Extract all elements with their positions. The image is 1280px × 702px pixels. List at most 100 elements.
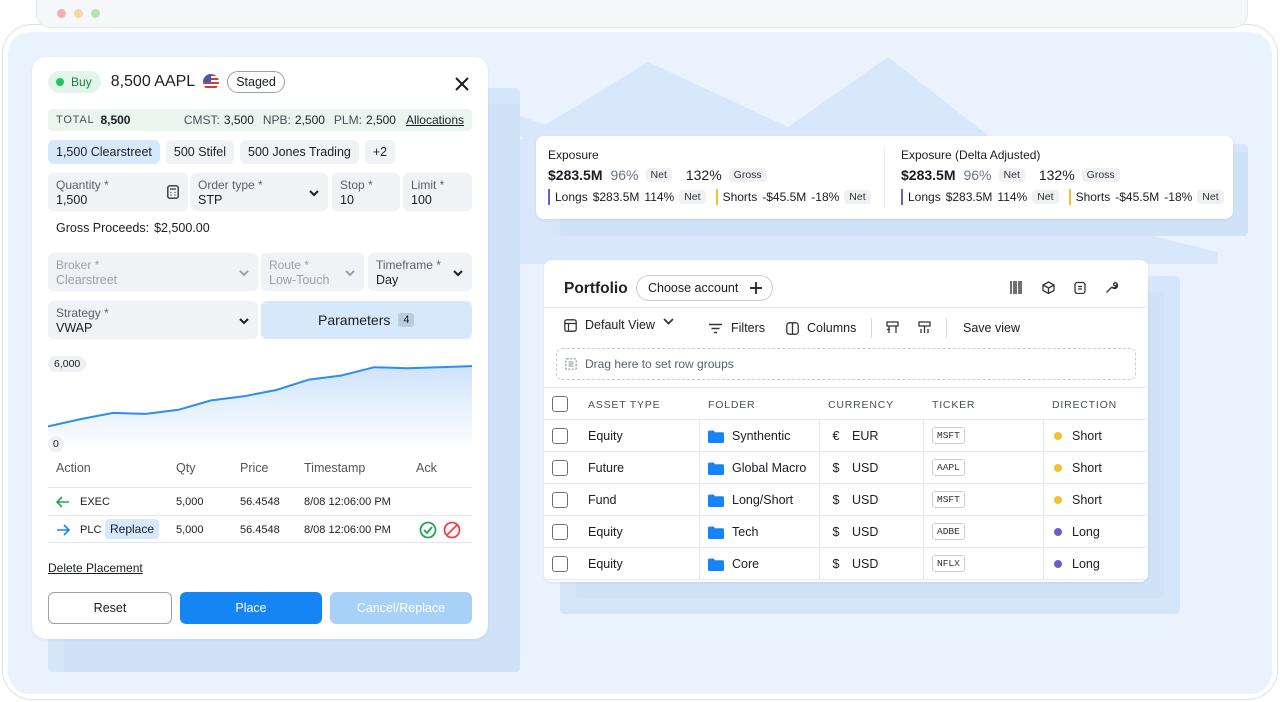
ticker-badge: MSFT (932, 491, 965, 508)
table-row[interactable]: Equity Tech $ USD ADBE Long (544, 516, 1148, 548)
select-all-checkbox[interactable] (552, 396, 568, 412)
chevron-down-icon (239, 270, 249, 277)
portfolio-panel: Portfolio Choose account Default View Fi… (544, 260, 1148, 582)
table-row[interactable]: Equity Synthentic € EUR MSFT Short (544, 420, 1148, 452)
pivot-icon[interactable] (886, 321, 899, 334)
chevron-down-icon (239, 318, 249, 325)
browser-bar (36, 0, 1248, 28)
y-axis-min-label: 0 (48, 436, 64, 452)
side-badge: Buy (48, 71, 101, 93)
chevron-down-icon (453, 270, 463, 277)
folder-icon (708, 430, 724, 443)
stop-field[interactable]: Stop * 10 (332, 173, 400, 211)
maximize-window-dot[interactable] (91, 9, 100, 18)
allocation-bar: TOTAL 8,500 CMST: 3,500 NPB: 2,500 PLM: 2,5… (48, 109, 472, 131)
row-group-drop-zone[interactable]: Drag here to set row groups (556, 348, 1136, 380)
more-brokers-chip[interactable]: +2 (364, 140, 396, 164)
minimize-window-dot[interactable] (74, 9, 83, 18)
cell-divider (1043, 516, 1044, 548)
asset-type-cell: Equity (588, 429, 623, 443)
currency-symbol-icon: $ (832, 461, 840, 475)
calculator-icon[interactable] (167, 185, 179, 199)
barcode-icon[interactable] (1010, 281, 1022, 294)
direction-cell: Long (1072, 557, 1100, 571)
save-view-button[interactable]: Save view (963, 321, 1020, 335)
folder-icon (708, 462, 724, 475)
strategy-select[interactable]: Strategy * VWAP (48, 301, 258, 339)
order-type-select[interactable]: Order type * STP (190, 173, 328, 211)
default-view-dropdown[interactable]: Default View (564, 318, 674, 332)
columns-button[interactable]: Columns (786, 321, 856, 335)
table-row[interactable]: Future Global Macro $ USD AAPL Short (544, 452, 1148, 484)
clipboard-icon[interactable] (1074, 281, 1086, 294)
broker-select[interactable]: Broker * Clearstreet (48, 253, 258, 291)
chevron-down-icon (663, 318, 674, 325)
replace-tag: Replace (105, 519, 160, 539)
direction-cell: Short (1072, 429, 1102, 443)
delete-placement-link[interactable]: Delete Placement (48, 561, 143, 575)
chevron-down-icon (345, 270, 355, 277)
folder-cell: Long/Short (732, 493, 794, 507)
table-row[interactable]: PLC Replace 5,000 56.4548 8/08 12:06:00 … (48, 515, 472, 543)
exposure-section: Exposure $283.5M 96% Net 132% Gross Long… (548, 148, 878, 205)
ticker-badge: AAPL (932, 459, 965, 476)
table-row[interactable]: Equity Core $ USD NFLX Long (544, 548, 1148, 580)
place-button[interactable]: Place (180, 592, 322, 624)
cell-divider (819, 548, 820, 580)
row-checkbox[interactable] (552, 460, 568, 476)
folder-icon (708, 526, 724, 539)
wrench-icon[interactable] (1105, 281, 1118, 294)
folder-icon (708, 494, 724, 507)
fill-progress-chart (48, 365, 472, 451)
cell-divider (923, 452, 924, 484)
choose-account-button[interactable]: Choose account (636, 275, 774, 301)
row-checkbox[interactable] (552, 492, 568, 508)
row-checkbox[interactable] (552, 428, 568, 444)
route-select[interactable]: Route * Low-Touch (261, 253, 364, 291)
folder-cell: Tech (732, 525, 759, 539)
approve-icon[interactable] (419, 521, 437, 539)
filters-button[interactable]: Filters (709, 321, 765, 335)
shorts-marker (1068, 189, 1071, 205)
broker-chip[interactable]: 1,500 Clearstreet (48, 140, 160, 164)
plus-icon (750, 282, 763, 294)
cell-divider (819, 484, 820, 516)
cell-divider (699, 516, 700, 548)
direction-dot-icon (1054, 464, 1062, 472)
cell-divider (1043, 484, 1044, 516)
table-row[interactable]: Fund Long/Short $ USD MSFT Short (544, 484, 1148, 516)
cell-divider (923, 516, 924, 548)
divider (884, 148, 885, 208)
table-row[interactable]: EXEC 5,000 56.4548 8/08 12:06:00 PM (48, 487, 472, 515)
cell-divider (819, 420, 820, 452)
pivot-alt-icon[interactable] (918, 321, 931, 334)
close-window-dot[interactable] (57, 9, 66, 18)
broker-chip[interactable]: 500 Jones Trading (240, 140, 359, 164)
chart-area (48, 366, 472, 451)
allocations-link[interactable]: Allocations (406, 113, 464, 127)
close-icon[interactable] (455, 77, 469, 91)
row-checkbox[interactable] (552, 556, 568, 572)
ticker-badge: NFLX (932, 555, 965, 572)
asset-type-cell: Fund (588, 493, 617, 507)
cube-icon[interactable] (1042, 281, 1055, 294)
currency-symbol-icon: $ (832, 557, 840, 571)
currency-symbol-icon: € (832, 429, 840, 443)
currency-cell: USD (852, 493, 879, 507)
limit-field[interactable]: Limit * 100 (403, 173, 472, 211)
quantity-field[interactable]: Quantity * 1,500 (48, 173, 188, 211)
cell-divider (1043, 548, 1044, 580)
row-checkbox[interactable] (552, 524, 568, 540)
reset-button[interactable]: Reset (48, 592, 172, 624)
parameters-button[interactable]: Parameters 4 (261, 301, 472, 339)
reject-icon[interactable] (443, 521, 461, 539)
broker-chips: 1,500 Clearstreet 500 Stifel 500 Jones T… (48, 140, 396, 164)
folder-icon (708, 558, 724, 571)
timeframe-select[interactable]: Timeframe * Day (368, 253, 472, 291)
y-axis-max-label: 6,000 (48, 356, 87, 372)
broker-chip[interactable]: 500 Stifel (165, 140, 235, 164)
exposure-panel: Exposure $283.5M 96% Net 132% Gross Long… (536, 136, 1233, 219)
ticker-badge: MSFT (932, 427, 965, 444)
folder-cell: Global Macro (732, 461, 807, 475)
currency-cell: EUR (852, 429, 879, 443)
